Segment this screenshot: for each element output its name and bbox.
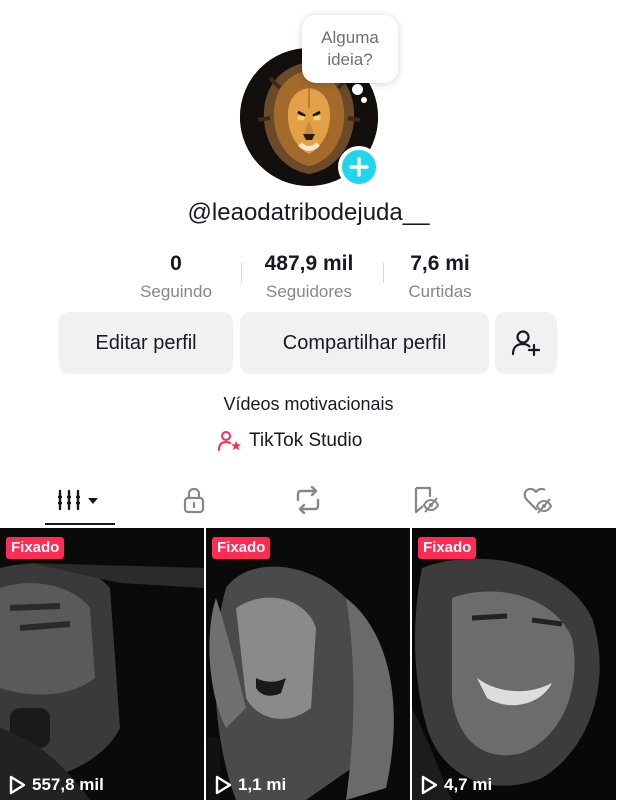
play-icon [215, 775, 232, 795]
view-count-value: 557,8 mil [32, 775, 104, 794]
video-thumbnail-2[interactable]: Fixado 1,1 mi [206, 528, 410, 800]
stat-followers-label: Seguidores [265, 282, 352, 301]
studio-user-star-icon [218, 431, 241, 451]
tab-videos[interactable] [35, 474, 125, 526]
video-grid: Fixado 557,8 mil Fixado 1,1 mi Fixado 4,… [0, 528, 617, 800]
plus-icon [349, 157, 369, 177]
bubble-line-2: ideia? [327, 50, 373, 69]
username: @leaodatribodejuda__ [187, 199, 430, 226]
share-profile-button[interactable]: Compartilhar perfil [240, 312, 489, 374]
video-thumbnail-1[interactable]: Fixado 557,8 mil [0, 528, 204, 800]
bookmark-hidden-icon [414, 486, 440, 514]
add-avatar-button[interactable] [338, 146, 380, 188]
play-icon [9, 775, 26, 795]
bubble-tail-dot [352, 84, 363, 95]
lock-icon [183, 487, 205, 514]
view-count: 557,8 mil [8, 774, 104, 796]
view-count: 4,7 mi [420, 774, 492, 796]
stat-following-label: Seguindo [140, 282, 212, 301]
video-frame-image [412, 528, 616, 800]
stat-likes[interactable]: 7,6 mi Curtidas [390, 251, 490, 304]
tab-private[interactable] [149, 474, 239, 526]
pinned-badge: Fixado [6, 537, 65, 559]
tab-liked[interactable] [493, 474, 583, 526]
profile-stats: 0 Seguindo 487,9 mil Seguidores 7,6 mi C… [0, 251, 617, 305]
view-count-value: 1,1 mi [238, 775, 287, 794]
video-frame-image [206, 528, 410, 800]
profile-bio: Vídeos motivacionais [223, 394, 394, 414]
idea-bubble[interactable]: Alguma ideia? [302, 15, 398, 83]
stat-likes-value: 7,6 mi [410, 252, 470, 275]
tiktok-studio-link[interactable]: TikTok Studio [218, 428, 362, 454]
stat-following[interactable]: 0 Seguindo [126, 251, 226, 304]
videos-grid-icon [58, 489, 98, 511]
add-user-icon [511, 330, 541, 357]
pinned-badge: Fixado [212, 537, 271, 559]
pinned-badge: Fixado [418, 537, 477, 559]
tab-favorites[interactable] [380, 474, 470, 526]
video-frame-image [0, 528, 204, 800]
add-friend-button[interactable] [495, 312, 557, 374]
play-icon [421, 775, 438, 795]
view-count: 1,1 mi [214, 774, 286, 796]
stat-followers[interactable]: 487,9 mil Seguidores [248, 251, 370, 304]
view-count-value: 4,7 mi [444, 775, 493, 794]
active-tab-indicator [45, 523, 115, 525]
liked-heart-icon [523, 487, 553, 514]
stat-likes-label: Curtidas [408, 282, 472, 301]
video-thumbnail-3[interactable]: Fixado 4,7 mi [412, 528, 616, 800]
bubble-tail-dot-small [361, 97, 367, 103]
studio-label: TikTok Studio [249, 430, 363, 451]
repost-icon [296, 485, 320, 515]
stat-following-value: 0 [170, 252, 182, 275]
stats-divider [241, 263, 242, 283]
profile-tabs [0, 474, 617, 526]
stat-followers-value: 487,9 mil [264, 252, 354, 275]
stats-divider [383, 263, 384, 283]
tab-reposts[interactable] [263, 474, 353, 526]
edit-profile-button[interactable]: Editar perfil [59, 312, 233, 374]
bubble-line-1: Alguma [321, 28, 379, 47]
